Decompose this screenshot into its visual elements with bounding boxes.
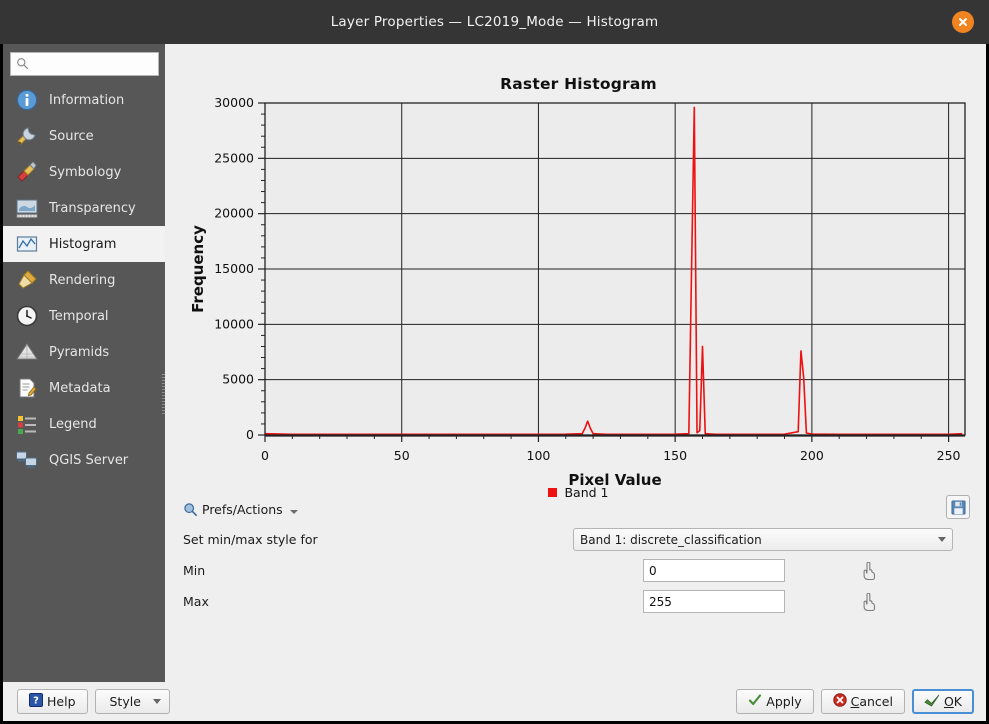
sidebar-item-source[interactable]: Source — [3, 118, 165, 154]
min-input[interactable] — [643, 559, 785, 582]
close-icon[interactable] — [952, 11, 974, 33]
ok-arrow-icon — [924, 693, 940, 710]
max-row: Max — [183, 586, 974, 617]
search-input[interactable] — [33, 56, 153, 72]
minmax-style-label: Set min/max style for — [183, 532, 318, 547]
max-input[interactable] — [643, 590, 785, 613]
cancel-button[interactable]: Cancel — [820, 689, 905, 714]
chevron-down-icon[interactable] — [289, 510, 298, 514]
sidebar-item-label: QGIS Server — [49, 452, 129, 468]
chart-canvas[interactable]: 0 5000 10000 15000 20000 25000 30000 0 50 100 150 2… — [183, 93, 983, 493]
y-tick-label: 30000 — [214, 95, 254, 110]
sidebar-item-label: Pyramids — [49, 344, 110, 360]
layer-properties-dialog: Layer Properties — LC2019_Mode — Histogr… — [0, 0, 989, 724]
sidebar-item-rendering[interactable]: Rendering — [3, 262, 165, 298]
symbology-icon — [14, 159, 40, 185]
x-tick-label: 50 — [394, 448, 410, 463]
qgis-server-icon — [14, 447, 40, 473]
source-icon — [14, 123, 40, 149]
y-tick-label: 0 — [246, 427, 254, 442]
minmax-style-row: Set min/max style for Band 1: discrete_c… — [183, 524, 974, 555]
help-label: Help — [47, 694, 76, 709]
chevron-down-icon — [152, 699, 161, 704]
dialog-body: Information Source Symbology Transparenc… — [0, 44, 989, 682]
save-floppy-icon[interactable] — [946, 495, 970, 519]
sidebar-item-label: Source — [49, 128, 94, 144]
ok-label: OK — [943, 694, 962, 709]
sidebar-item-histogram[interactable]: Histogram — [3, 226, 165, 262]
y-tick-label: 25000 — [214, 150, 254, 165]
sidebar-item-label: Metadata — [49, 380, 111, 396]
legend-icon — [14, 411, 40, 437]
window-title: Layer Properties — LC2019_Mode — Histogr… — [330, 14, 659, 30]
sidebar-item-label: Rendering — [49, 272, 116, 288]
sidebar-item-transparency[interactable]: Transparency — [3, 190, 165, 226]
sidebar-item-label: Symbology — [49, 164, 122, 180]
sidebar-item-qgis-server[interactable]: QGIS Server — [3, 442, 165, 478]
min-row: Min — [183, 555, 974, 586]
apply-label: Apply — [766, 694, 802, 709]
style-button[interactable]: Style — [94, 689, 170, 714]
content-pane: Raster Histogram 0 5000 10000 15000 20000 250… — [165, 44, 986, 682]
sidebar-item-temporal[interactable]: Temporal — [3, 298, 165, 334]
sidebar-item-metadata[interactable]: Metadata — [3, 370, 165, 406]
y-tick-label: 10000 — [214, 316, 254, 331]
chart-title: Raster Histogram — [500, 75, 657, 93]
sidebar-item-label: Histogram — [49, 236, 117, 252]
search-icon — [16, 55, 29, 74]
style-label: Style — [109, 694, 141, 709]
pyramids-icon — [14, 339, 40, 365]
prefs-actions-button[interactable]: Prefs/Actions — [183, 502, 298, 517]
prefs-actions-label: Prefs/Actions — [202, 501, 283, 517]
magnifier-prefs-icon — [183, 502, 198, 517]
sidebar-item-pyramids[interactable]: Pyramids — [3, 334, 165, 370]
sidebar-item-information[interactable]: Information — [3, 82, 165, 118]
x-tick-label: 200 — [800, 448, 824, 463]
cancel-label: Cancel — [850, 694, 893, 709]
histogram-controls: Prefs/Actions Set min/max style for Band… — [183, 492, 974, 617]
chevron-down-icon — [938, 537, 946, 542]
x-tick-label: 100 — [527, 448, 551, 463]
band-select-value: Band 1: discrete_classification — [580, 532, 762, 547]
x-tick-label: 150 — [663, 448, 687, 463]
help-question-icon: ? — [29, 693, 43, 710]
y-tick-label: 5000 — [222, 372, 254, 387]
histogram-icon — [14, 231, 40, 257]
dialog-button-bar: ? Help Style Apply Cancel OK — [0, 682, 989, 724]
histogram-chart: Raster Histogram 0 5000 10000 15000 20000 250… — [183, 44, 974, 500]
information-icon — [14, 87, 40, 113]
rendering-icon — [14, 267, 40, 293]
prefs-actions-row: Prefs/Actions — [183, 494, 974, 524]
sidebar-item-label: Information — [49, 92, 125, 108]
sidebar-item-label: Legend — [49, 416, 97, 432]
ok-button[interactable]: OK — [911, 689, 974, 714]
transparency-icon — [14, 195, 40, 221]
pointer-pick-icon[interactable] — [861, 592, 877, 611]
min-label: Min — [183, 563, 206, 578]
apply-button[interactable]: Apply — [736, 689, 814, 714]
sidebar-item-legend[interactable]: Legend — [3, 406, 165, 442]
x-tick-label: 0 — [261, 448, 269, 463]
metadata-icon — [14, 375, 40, 401]
sidebar-item-symbology[interactable]: Symbology — [3, 154, 165, 190]
cancel-x-icon — [832, 693, 847, 710]
y-tick-label: 15000 — [214, 261, 254, 276]
help-button[interactable]: ? Help — [17, 689, 88, 714]
sidebar: Information Source Symbology Transparenc… — [3, 44, 165, 682]
title-bar: Layer Properties — LC2019_Mode — Histogr… — [0, 0, 989, 44]
temporal-icon — [14, 303, 40, 329]
sidebar-item-label: Temporal — [49, 308, 109, 324]
x-tick-label: 250 — [937, 448, 961, 463]
y-axis-label: Frequency — [189, 225, 207, 313]
y-tick-label: 20000 — [214, 206, 254, 221]
svg-text:?: ? — [33, 696, 39, 707]
search-box[interactable] — [10, 52, 159, 76]
pointer-pick-icon[interactable] — [861, 561, 877, 580]
sidebar-item-label: Transparency — [49, 200, 136, 216]
max-label: Max — [183, 594, 209, 609]
check-icon — [748, 693, 762, 710]
band-select[interactable]: Band 1: discrete_classification — [573, 528, 953, 551]
